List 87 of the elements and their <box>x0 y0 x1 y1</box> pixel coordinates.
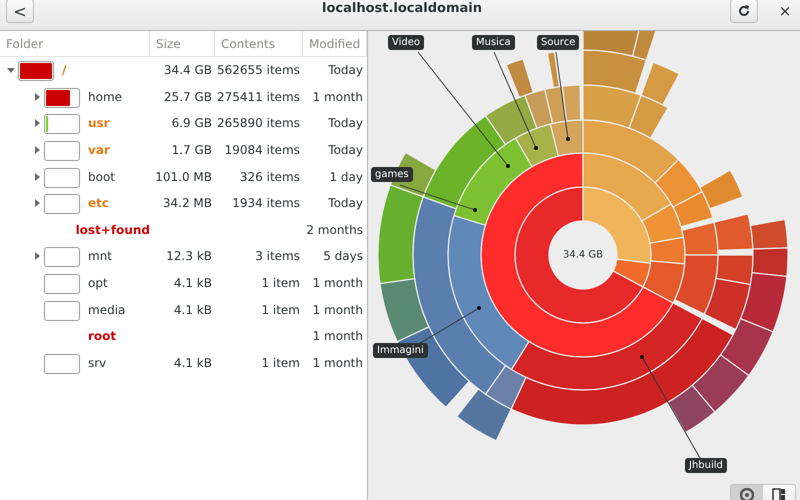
ring-segment[interactable] <box>740 272 788 332</box>
folder-size: 4.1 kB <box>174 356 212 370</box>
folder-size: 101.0 MB <box>155 170 212 184</box>
ring-segment[interactable] <box>720 318 774 376</box>
column-header[interactable]: Contents <box>215 31 303 56</box>
folder-name[interactable]: root <box>88 329 116 344</box>
expand-arrow-icon[interactable] <box>33 146 41 154</box>
folder-tooltip: Jhbuild <box>685 458 727 473</box>
item-count: 1 item <box>261 276 300 290</box>
expand-arrow-icon[interactable] <box>33 199 41 208</box>
modified-date: Today <box>328 143 363 158</box>
folder-name[interactable]: home <box>88 90 122 104</box>
item-count: 1 item <box>261 356 300 370</box>
item-count: 275411 items <box>217 90 300 104</box>
treemap-view-button[interactable] <box>763 485 795 500</box>
modified-date: 1 month <box>312 356 363 370</box>
expand-arrow-icon[interactable] <box>33 92 41 101</box>
modified-date: Today <box>328 116 363 130</box>
usage-bar <box>44 354 80 374</box>
modified-date: 1 month <box>312 329 363 344</box>
usage-bar <box>44 274 80 294</box>
column-header[interactable]: Modified <box>303 31 367 56</box>
ring-segment[interactable] <box>510 318 734 426</box>
folder-size: 4.1 kB <box>174 302 212 317</box>
window-title: localhost.localdomain <box>321 0 483 16</box>
folder-tooltip: Video <box>388 35 424 50</box>
folder-name[interactable]: opt <box>88 276 108 290</box>
column-header[interactable]: Size <box>150 31 215 56</box>
refresh-icon <box>737 4 751 18</box>
modified-date: Today <box>328 63 363 78</box>
total-size-label: 34.4 GB <box>562 250 604 260</box>
folder-tooltip: Immagini <box>373 343 428 358</box>
folder-name[interactable]: lost+found <box>76 222 150 237</box>
back-button[interactable]: < <box>6 0 34 23</box>
ring-segment[interactable] <box>546 51 560 88</box>
folder-name[interactable]: var <box>88 143 110 158</box>
usage-bar <box>44 141 80 162</box>
folder-tooltip: Musica <box>472 35 515 50</box>
folder-tooltip: Source <box>537 35 580 50</box>
treemap-chart-icon <box>772 488 786 500</box>
folder-size: 34.2 MB <box>162 196 212 210</box>
expand-arrow-icon[interactable] <box>33 119 41 128</box>
folder-tooltip: games <box>371 167 413 182</box>
modified-date: 1 month <box>312 276 363 290</box>
collapse-arrow-icon[interactable] <box>7 66 15 74</box>
item-count: 326 items <box>240 170 300 184</box>
usage-bar <box>44 168 80 188</box>
modified-date: 1 month <box>312 90 363 104</box>
folder-name[interactable]: srv <box>88 356 106 370</box>
close-button[interactable]: × <box>770 2 800 20</box>
modified-date: 5 days <box>323 249 363 264</box>
rings-chart-icon <box>740 488 754 500</box>
rings-view-button[interactable] <box>731 485 763 500</box>
modified-date: 2 months <box>306 222 363 237</box>
modified-date: 1 day <box>329 170 363 184</box>
usage-bar <box>44 194 80 214</box>
ring-segment[interactable] <box>484 94 538 146</box>
column-header[interactable]: Folder <box>0 31 150 56</box>
usage-bar <box>44 300 80 321</box>
folder-name[interactable]: boot <box>88 170 116 184</box>
item-count: 3 items <box>255 249 300 264</box>
expand-arrow-icon[interactable] <box>33 252 41 260</box>
ring-segment[interactable] <box>550 119 584 157</box>
item-count: 265890 items <box>217 116 300 130</box>
folder-size: 25.7 GB <box>164 90 212 104</box>
item-count: 1 item <box>261 302 300 317</box>
folder-name[interactable]: etc <box>88 196 109 210</box>
folder-name[interactable]: usr <box>88 116 110 130</box>
usage-bar <box>44 247 80 268</box>
folder-size: 34.4 GB <box>164 63 212 78</box>
expand-arrow-icon[interactable] <box>33 172 41 181</box>
folder-size: 12.3 kB <box>166 249 212 264</box>
folder-size: 6.9 GB <box>172 116 212 130</box>
ring-segment[interactable] <box>704 278 752 330</box>
item-count: 19084 items <box>224 143 300 158</box>
modified-date: 1 month <box>312 302 363 317</box>
folder-name[interactable]: mnt <box>88 249 112 264</box>
modified-date: Today <box>328 196 363 210</box>
ring-segment[interactable] <box>667 384 716 434</box>
refresh-button[interactable] <box>730 0 758 23</box>
folder-name[interactable]: media <box>88 302 126 317</box>
folder-name[interactable]: / <box>62 63 66 78</box>
folder-size: 4.1 kB <box>174 276 212 290</box>
folder-size: 1.7 GB <box>172 143 212 158</box>
item-count: 562655 items <box>217 63 300 78</box>
item-count: 1934 items <box>232 196 300 210</box>
ring-segment[interactable] <box>692 354 750 413</box>
